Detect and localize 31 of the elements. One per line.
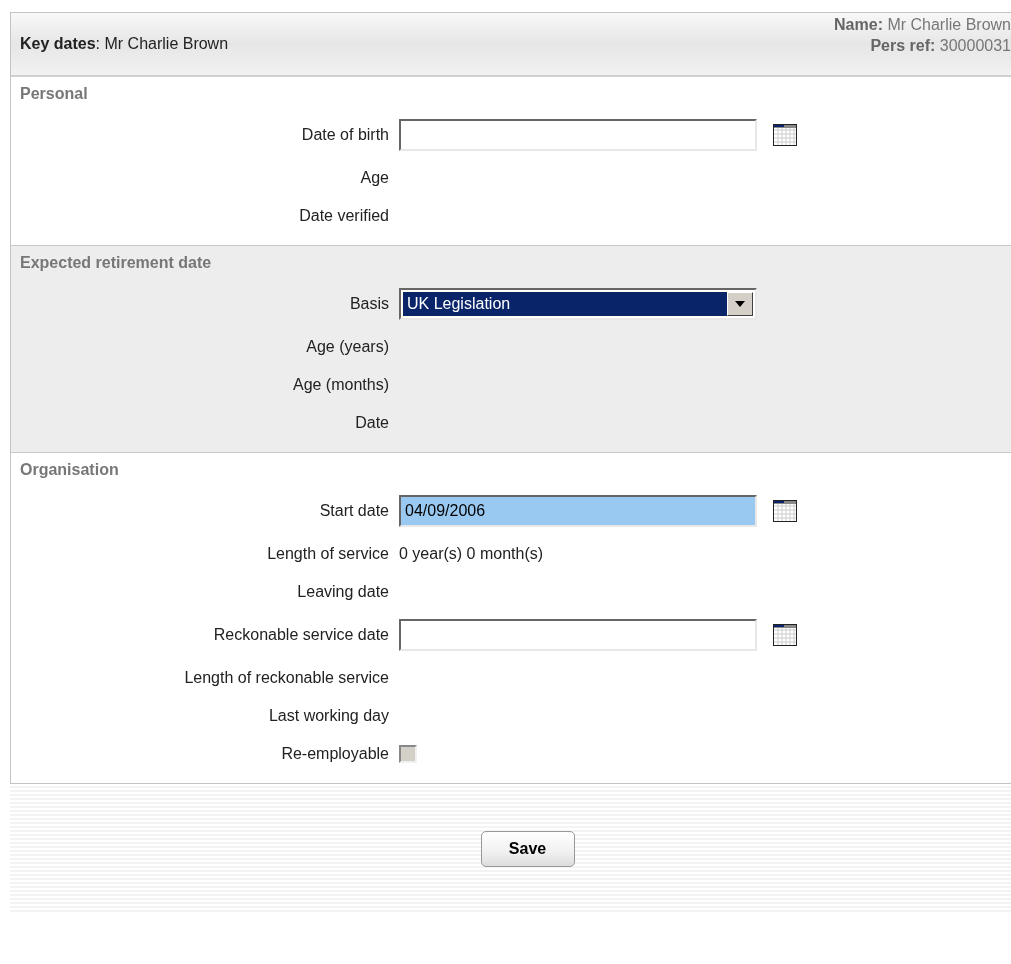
- section-title: Personal: [19, 85, 88, 102]
- date-field[interactable]: [399, 619, 757, 651]
- calendar-icon[interactable]: [773, 500, 797, 522]
- panel-title: Key dates: Mr Charlie Brown: [20, 35, 229, 53]
- calendar-icon[interactable]: [773, 124, 797, 146]
- basis-dropdown[interactable]: UK Legislation: [399, 288, 757, 320]
- field-label: Age (months): [291, 376, 389, 394]
- field-label: Length of reckonable service: [183, 669, 389, 687]
- checkbox[interactable]: [399, 745, 417, 763]
- name-text: Name: Mr Charlie Brown: [834, 15, 1011, 35]
- field-value: 0 year(s) 0 month(s): [399, 545, 544, 563]
- field-label: Age (years): [305, 338, 389, 356]
- pers-ref-text: Pers ref: 30000031: [870, 36, 1011, 56]
- caret-icon: [735, 301, 745, 307]
- field-label: Date verified: [298, 207, 389, 225]
- date-field[interactable]: 04/09/2006: [399, 495, 757, 527]
- calendar-icon[interactable]: [773, 624, 797, 646]
- field-label: Reckonable service date: [212, 626, 389, 644]
- field-label: Last working day: [267, 707, 389, 725]
- save-button[interactable]: Save: [480, 831, 575, 867]
- field-label: Leaving date: [296, 583, 389, 601]
- section-title: Organisation: [19, 461, 119, 478]
- field-label: Date of birth: [300, 126, 389, 144]
- field-label: Age: [359, 169, 389, 187]
- date-field[interactable]: [399, 119, 757, 151]
- field-label: Start date: [318, 502, 389, 520]
- field-label: Length of service: [266, 545, 389, 563]
- field-label: Basis: [348, 295, 389, 313]
- field-label: Re-employable: [280, 745, 389, 763]
- section-title: Expected retirement date: [19, 254, 212, 271]
- field-label: Date: [354, 414, 389, 432]
